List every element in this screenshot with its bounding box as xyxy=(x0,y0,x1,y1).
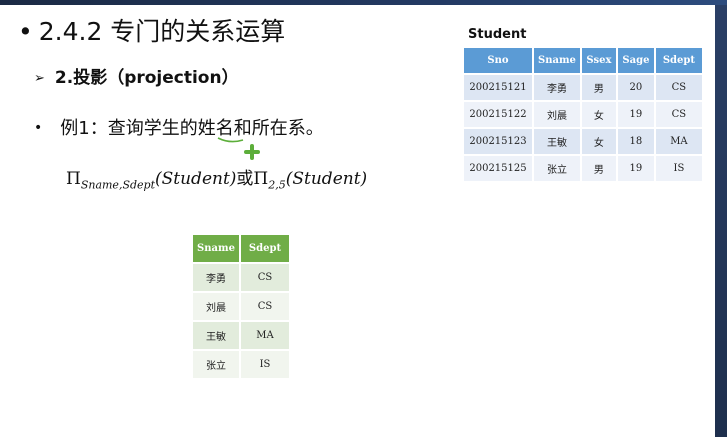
table-cell: CS xyxy=(241,293,289,320)
formula-subscript-2: 2,5 xyxy=(268,178,286,192)
table-cell: 19 xyxy=(617,156,654,181)
table-header-row: Sno Sname Ssex Sage Sdept xyxy=(464,48,702,73)
annotation-cursor-icon xyxy=(217,137,260,160)
column-header: Sname xyxy=(534,48,580,73)
table-row: 200215123 王敏 女 18 MA xyxy=(464,129,702,154)
formula-argument-2: (Student) xyxy=(285,169,368,189)
table-cell: 20 xyxy=(617,75,654,100)
table-cell: 200215122 xyxy=(464,102,532,127)
arrow-bullet-icon: ➢ xyxy=(34,71,45,86)
formula-argument-1: (Student) xyxy=(155,169,237,189)
table-cell: 女 xyxy=(581,102,616,127)
table-cell: 男 xyxy=(581,156,616,181)
table-cell: 18 xyxy=(617,129,654,154)
table-cell: 19 xyxy=(617,102,654,127)
table-cell: 张立 xyxy=(193,351,239,378)
table-cell: CS xyxy=(241,264,289,291)
formula-connector: 或 xyxy=(236,169,254,189)
pi-symbol: Π xyxy=(66,169,81,189)
table-cell: 李勇 xyxy=(193,264,239,291)
table-cell: 张立 xyxy=(534,156,580,181)
student-table: Sno Sname Ssex Sage Sdept 200215121 李勇 男… xyxy=(462,46,704,183)
table-cell: 李勇 xyxy=(534,75,580,100)
column-header: Sage xyxy=(617,48,654,73)
pi-symbol: Π xyxy=(253,169,269,189)
table-row: 刘晨 CS xyxy=(193,293,289,320)
column-header: Sdept xyxy=(655,48,702,73)
table-cell: IS xyxy=(241,351,289,378)
table-cell: 刘晨 xyxy=(193,293,239,320)
slide-title: • 2.4.2 专门的关系运算 xyxy=(18,15,285,49)
table-row: 李勇 CS xyxy=(193,264,289,291)
table-cell: 200215123 xyxy=(464,129,532,154)
table-row: 王敏 MA xyxy=(193,322,289,349)
section-heading-text: 2.投影（projection） xyxy=(54,68,239,88)
table-cell: 200215125 xyxy=(464,156,532,181)
table-cell: MA xyxy=(655,129,702,154)
right-border xyxy=(715,5,727,437)
projection-result-table: Sname Sdept 李勇 CS 刘晨 CS 王敏 MA 张立 IS xyxy=(191,233,291,380)
column-header: Sno xyxy=(464,48,532,73)
table-row: 200215121 李勇 男 20 CS xyxy=(464,75,702,100)
table-cell: 200215121 xyxy=(464,75,532,100)
table-cell: 女 xyxy=(581,129,616,154)
column-header: Ssex xyxy=(581,48,616,73)
slide-title-text: 2.4.2 专门的关系运算 xyxy=(38,17,286,46)
student-table-caption: Student xyxy=(468,27,527,42)
table-cell: 王敏 xyxy=(193,322,239,349)
table-cell: 刘晨 xyxy=(534,102,580,127)
table-header-row: Sname Sdept xyxy=(193,235,289,262)
table-cell: 王敏 xyxy=(534,129,580,154)
column-header: Sdept xyxy=(241,235,289,262)
formula-subscript-1: Sname,Sdept xyxy=(80,178,155,192)
table-row: 200215122 刘晨 女 19 CS xyxy=(464,102,702,127)
table-cell: MA xyxy=(241,322,289,349)
table-cell: IS xyxy=(655,156,702,181)
table-cell: CS xyxy=(655,102,702,127)
slide: • 2.4.2 专门的关系运算 ➢ 2.投影（projection） • 例1：查询学… xyxy=(0,5,715,437)
projection-formula: ΠSname,Sdept(Student)或Π2,5(Student) xyxy=(66,164,367,191)
table-cell: 男 xyxy=(581,75,616,100)
table-cell: CS xyxy=(655,75,702,100)
bullet-dot: • xyxy=(34,120,43,136)
table-row: 张立 IS xyxy=(193,351,289,378)
column-header: Sname xyxy=(193,235,239,262)
section-heading: ➢ 2.投影（projection） xyxy=(34,65,239,93)
example-text: 例1：查询学生的姓名和所在系。 xyxy=(60,118,324,139)
table-row: 200215125 张立 男 19 IS xyxy=(464,156,702,181)
bullet-dot: • xyxy=(18,17,33,46)
example-line: • 例1：查询学生的姓名和所在系。 xyxy=(34,115,324,144)
